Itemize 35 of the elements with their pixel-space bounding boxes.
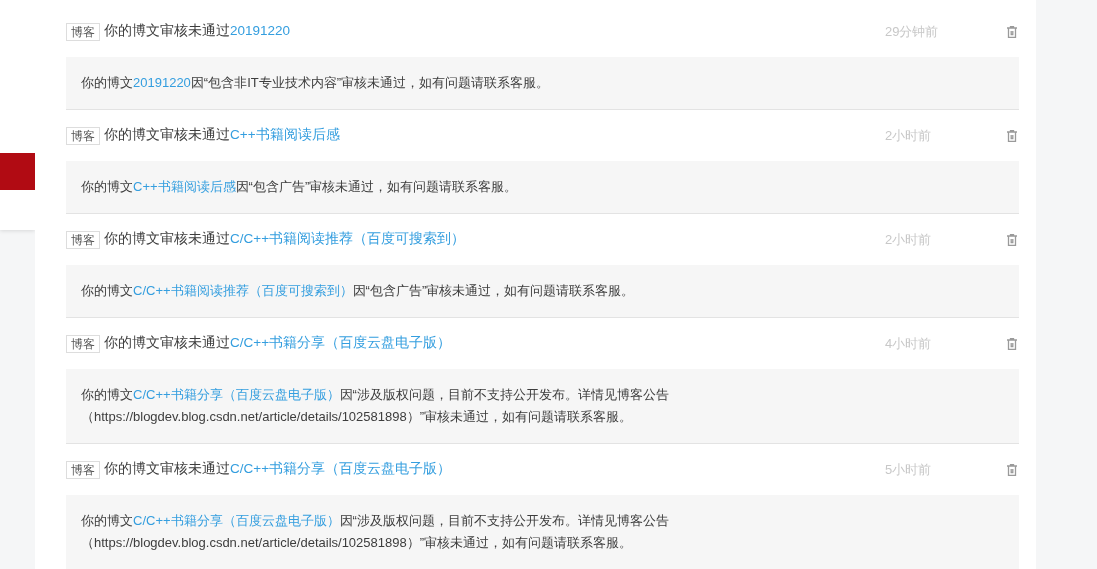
article-link[interactable]: C/C++书籍阅读推荐（百度可搜索到）: [230, 229, 466, 250]
article-link[interactable]: 20191220: [230, 21, 291, 42]
delete-button[interactable]: [1005, 232, 1019, 247]
trash-icon: [1007, 337, 1017, 350]
detail-text: 你的博文C/C++书籍分享（百度云盘电子版）因“涉及版权问题，目前不支持公开发布。详情见博客公告（https://blogdev.blog.csdn.net/article/details/102581898）”审核未通过，如有问题请联系客服。: [81, 512, 670, 552]
message-title: 你的博文审核未通过: [104, 334, 230, 353]
article-link[interactable]: C/C++书籍分享（百度云盘电子版）: [133, 387, 340, 402]
article-link[interactable]: C/C++书籍分享（百度云盘电子版）: [230, 333, 452, 354]
article-link[interactable]: C++书籍阅读后感: [133, 179, 236, 194]
trash-icon: [1007, 129, 1017, 142]
article-link[interactable]: C/C++书籍分享（百度云盘电子版）: [230, 459, 452, 480]
trash-icon: [1007, 233, 1017, 246]
message-title: 你的博文审核未通过: [104, 230, 230, 249]
detail-text: 你的博文C/C++书籍阅读推荐（百度可搜索到）因“包含广告”审核未通过，如有问题请联系客服。: [81, 282, 636, 300]
message-title: 你的博文审核未通过: [104, 22, 230, 41]
delete-button[interactable]: [1005, 128, 1019, 143]
delete-button[interactable]: [1005, 462, 1019, 477]
trash-icon: [1007, 25, 1017, 38]
trash-icon: [1007, 463, 1017, 476]
message-title: 你的博文审核未通过: [104, 126, 230, 145]
detail-text: 你的博文C++书籍阅读后感因“包含广告”审核未通过，如有问题请联系客服。: [81, 178, 519, 196]
detail-text: 你的博文20191220因“包含非IT专业技术内容”审核未通过，如有问题请联系客服。: [81, 74, 551, 92]
message-title: 你的博文审核未通过: [104, 460, 230, 479]
delete-button[interactable]: [1005, 336, 1019, 351]
category-tag: 博客: [66, 460, 100, 479]
article-link[interactable]: C/C++书籍阅读推荐（百度可搜索到）: [133, 283, 353, 298]
category-tag: 博客: [66, 334, 100, 353]
delete-button[interactable]: [1005, 24, 1019, 39]
category-tag: 博客: [66, 230, 100, 249]
article-link[interactable]: C++书籍阅读后感: [230, 125, 340, 146]
article-link[interactable]: C/C++书籍分享（百度云盘电子版）: [133, 513, 340, 528]
category-tag: 博客: [66, 22, 100, 41]
article-link[interactable]: 20191220: [133, 75, 191, 90]
detail-text: 你的博文C/C++书籍分享（百度云盘电子版）因“涉及版权问题，目前不支持公开发布。详情见博客公告（https://blogdev.blog.csdn.net/article/details/102581898）”审核未通过，如有问题请联系客服。: [81, 386, 670, 426]
category-tag: 博客: [66, 126, 100, 145]
